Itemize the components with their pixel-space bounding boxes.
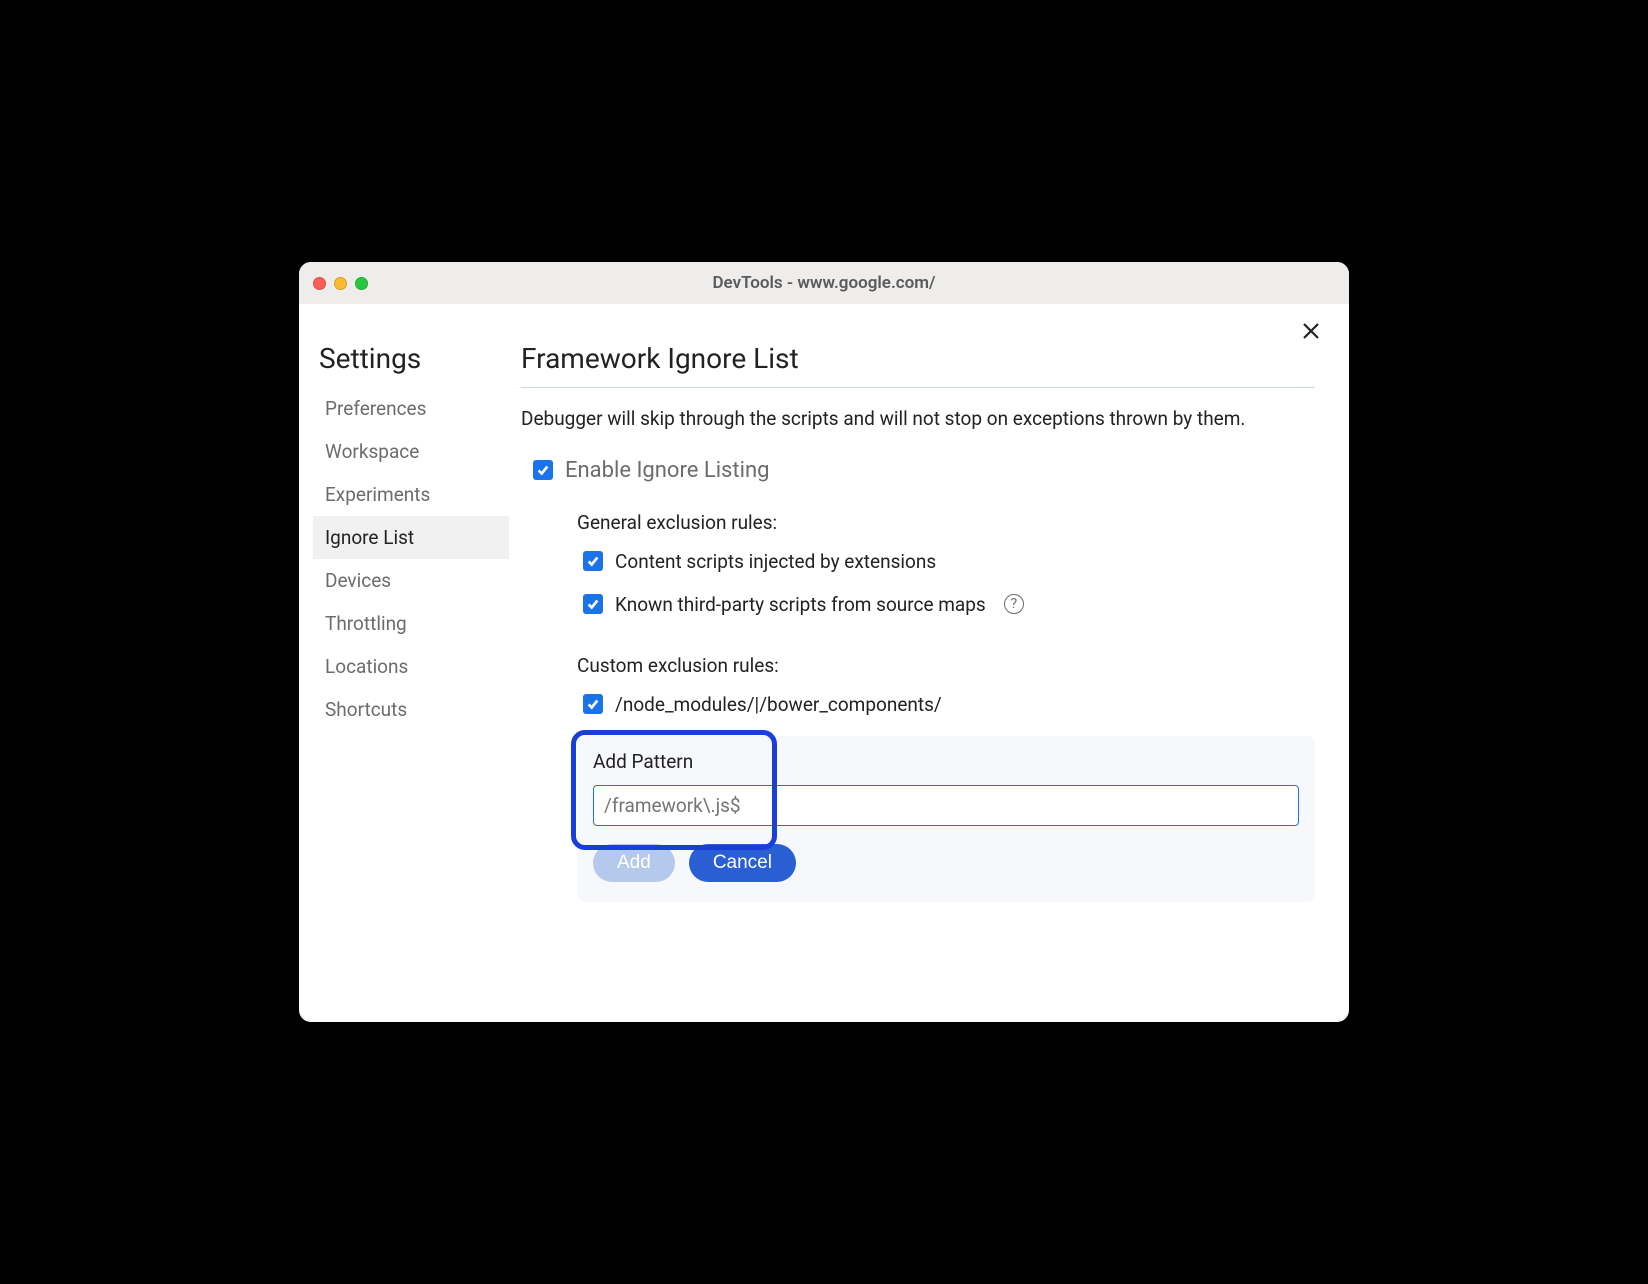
sidebar-item-ignore-list[interactable]: Ignore List [313, 516, 509, 559]
settings-main: Framework Ignore List Debugger will skip… [509, 324, 1349, 1022]
custom-rules-label: Custom exclusion rules: [577, 654, 1315, 677]
page-description: Debugger will skip through the scripts a… [521, 406, 1315, 432]
add-pattern-label: Add Pattern [593, 750, 1299, 773]
add-pattern-panel: Add Pattern Add Cancel [577, 736, 1315, 902]
rule-third-party-scripts-label: Known third-party scripts from source ma… [615, 593, 986, 616]
enable-ignore-listing-label: Enable Ignore Listing [565, 458, 769, 483]
rule-content-scripts: Content scripts injected by extensions [583, 550, 1315, 573]
sidebar-title: Settings [313, 342, 509, 387]
rule-third-party-scripts: Known third-party scripts from source ma… [583, 593, 1315, 616]
pattern-input[interactable] [593, 785, 1299, 826]
settings-sidebar: Settings Preferences Workspace Experimen… [299, 324, 509, 1022]
sidebar-item-throttling[interactable]: Throttling [313, 602, 509, 645]
add-button[interactable]: Add [593, 844, 675, 882]
rule-node-modules-label: /node_modules/|/bower_components/ [615, 693, 942, 716]
close-icon[interactable] [1301, 320, 1321, 346]
window-title: DevTools - www.google.com/ [299, 273, 1349, 293]
rule-node-modules: /node_modules/|/bower_components/ [583, 693, 1315, 716]
cancel-button[interactable]: Cancel [689, 844, 796, 882]
enable-ignore-listing-checkbox[interactable] [533, 460, 553, 480]
page-title: Framework Ignore List [521, 342, 1315, 388]
add-pattern-buttons: Add Cancel [593, 844, 1299, 882]
rule-third-party-scripts-checkbox[interactable] [583, 594, 603, 614]
general-rules-label: General exclusion rules: [577, 511, 1315, 534]
sidebar-item-devices[interactable]: Devices [313, 559, 509, 602]
sidebar-item-workspace[interactable]: Workspace [313, 430, 509, 473]
help-icon[interactable]: ? [1004, 594, 1024, 614]
sidebar-item-experiments[interactable]: Experiments [313, 473, 509, 516]
rule-node-modules-checkbox[interactable] [583, 694, 603, 714]
sidebar-item-locations[interactable]: Locations [313, 645, 509, 688]
sidebar-item-shortcuts[interactable]: Shortcuts [313, 688, 509, 731]
devtools-window: DevTools - www.google.com/ Settings Pref… [299, 262, 1349, 1022]
sidebar-item-preferences[interactable]: Preferences [313, 387, 509, 430]
rule-content-scripts-checkbox[interactable] [583, 551, 603, 571]
titlebar: DevTools - www.google.com/ [299, 262, 1349, 304]
enable-ignore-listing-row: Enable Ignore Listing [521, 458, 1315, 483]
settings-body: Settings Preferences Workspace Experimen… [299, 304, 1349, 1022]
rule-content-scripts-label: Content scripts injected by extensions [615, 550, 936, 573]
